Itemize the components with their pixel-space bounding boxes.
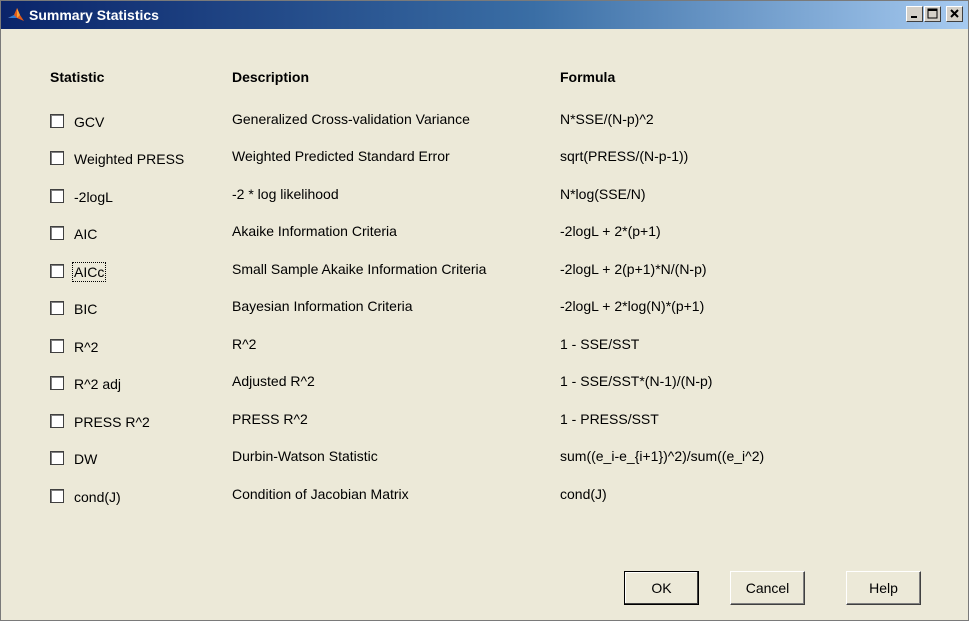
statistic-row-r2-adj: R^2 adj Adjusted R^2 1 - SSE/SST*(N-1)/(…	[1, 373, 968, 397]
checkbox-aic[interactable]	[50, 226, 64, 240]
statistic-row-aic: AIC Akaike Information Criteria -2logL +…	[1, 223, 968, 247]
close-icon	[950, 9, 959, 18]
maximize-button[interactable]	[924, 6, 941, 22]
statistic-label[interactable]: R^2	[74, 339, 98, 355]
description-text: Akaike Information Criteria	[232, 223, 397, 239]
checkbox-bic[interactable]	[50, 301, 64, 315]
description-text: Durbin-Watson Statistic	[232, 448, 378, 464]
column-header-formula: Formula	[560, 69, 616, 85]
description-text: Generalized Cross-validation Variance	[232, 111, 470, 127]
formula-text: sqrt(PRESS/(N-p-1))	[560, 148, 689, 164]
summary-statistics-window: Summary Statistics Statistic Description…	[0, 0, 969, 621]
description-text: Small Sample Akaike Information Criteria	[232, 261, 487, 277]
maximize-icon	[927, 8, 938, 19]
statistic-row-r2: R^2 R^2 1 - SSE/SST	[1, 336, 968, 360]
checkbox-press-r2[interactable]	[50, 414, 64, 428]
column-header-statistic: Statistic	[50, 69, 105, 85]
statistic-row-cond-j: cond(J) Condition of Jacobian Matrix con…	[1, 486, 968, 510]
description-text: Bayesian Information Criteria	[232, 298, 413, 314]
checkbox-cond-j[interactable]	[50, 489, 64, 503]
statistic-label[interactable]: PRESS R^2	[74, 414, 150, 430]
window-title: Summary Statistics	[29, 7, 159, 23]
formula-text: -2logL + 2(p+1)*N/(N-p)	[560, 261, 707, 277]
statistic-label[interactable]: AIC	[74, 226, 97, 242]
description-text: Condition of Jacobian Matrix	[232, 486, 409, 502]
statistic-row-dw: DW Durbin-Watson Statistic sum((e_i-e_{i…	[1, 448, 968, 472]
column-header-description: Description	[232, 69, 310, 85]
statistic-label[interactable]: R^2 adj	[74, 376, 121, 392]
statistic-label[interactable]: AICc	[71, 262, 107, 282]
formula-text: 1 - SSE/SST*(N-1)/(N-p)	[560, 373, 713, 389]
minimize-icon	[911, 16, 917, 18]
checkbox-dw[interactable]	[50, 451, 64, 465]
title-bar[interactable]: Summary Statistics	[1, 1, 968, 29]
statistic-label[interactable]: cond(J)	[74, 489, 121, 505]
statistic-row-gcv: GCV Generalized Cross-validation Varianc…	[1, 111, 968, 135]
description-text: Weighted Predicted Standard Error	[232, 148, 450, 164]
ok-button[interactable]: OK	[624, 571, 699, 605]
matlab-logo-icon	[8, 8, 24, 21]
formula-text: -2logL + 2*log(N)*(p+1)	[560, 298, 705, 314]
checkbox-neg2logl[interactable]	[50, 189, 64, 203]
formula-text: 1 - SSE/SST	[560, 336, 640, 352]
statistic-row-aicc: AICc Small Sample Akaike Information Cri…	[1, 261, 968, 285]
formula-text: N*log(SSE/N)	[560, 186, 646, 202]
statistic-row-bic: BIC Bayesian Information Criteria -2logL…	[1, 298, 968, 322]
formula-text: sum((e_i-e_{i+1})^2)/sum((e_i^2)	[560, 448, 765, 464]
cancel-button[interactable]: Cancel	[730, 571, 805, 605]
close-button[interactable]	[946, 6, 963, 22]
statistic-row-press-r2: PRESS R^2 PRESS R^2 1 - PRESS/SST	[1, 411, 968, 435]
description-text: -2 * log likelihood	[232, 186, 339, 202]
statistic-row-weighted-press: Weighted PRESS Weighted Predicted Standa…	[1, 148, 968, 172]
statistic-row-neg2logl: -2logL -2 * log likelihood N*log(SSE/N)	[1, 186, 968, 210]
formula-text: cond(J)	[560, 486, 607, 502]
statistic-label[interactable]: BIC	[74, 301, 97, 317]
description-text: Adjusted R^2	[232, 373, 315, 389]
description-text: R^2	[232, 336, 257, 352]
checkbox-weighted-press[interactable]	[50, 151, 64, 165]
dialog-content: Statistic Description Formula GCV Genera…	[1, 29, 968, 620]
formula-text: 1 - PRESS/SST	[560, 411, 659, 427]
statistic-label[interactable]: GCV	[74, 114, 104, 130]
formula-text: N*SSE/(N-p)^2	[560, 111, 654, 127]
help-button[interactable]: Help	[846, 571, 921, 605]
statistic-label[interactable]: -2logL	[74, 189, 113, 205]
checkbox-r2-adj[interactable]	[50, 376, 64, 390]
statistic-label[interactable]: DW	[74, 451, 97, 467]
description-text: PRESS R^2	[232, 411, 308, 427]
checkbox-r2[interactable]	[50, 339, 64, 353]
statistic-label[interactable]: Weighted PRESS	[74, 151, 184, 167]
checkbox-aicc[interactable]	[50, 264, 64, 278]
checkbox-gcv[interactable]	[50, 114, 64, 128]
formula-text: -2logL + 2*(p+1)	[560, 223, 661, 239]
minimize-button[interactable]	[906, 6, 923, 22]
